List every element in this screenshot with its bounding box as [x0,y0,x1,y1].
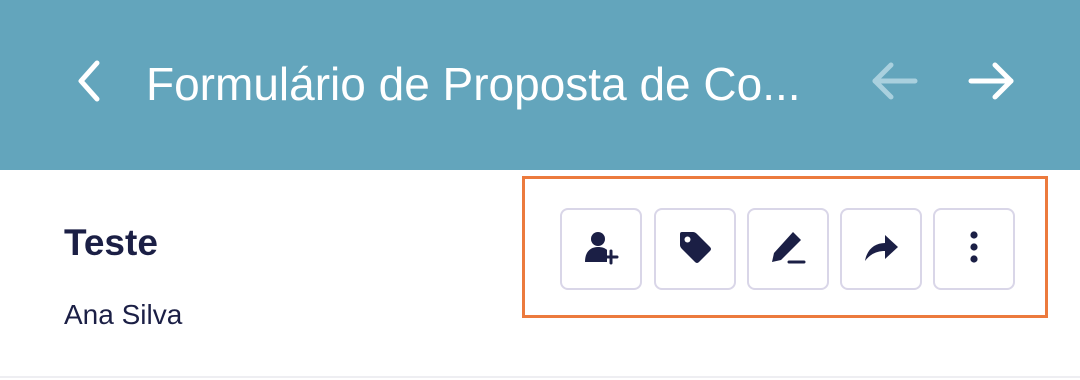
previous-record-button[interactable] [864,58,924,108]
forward-button[interactable] [840,208,922,290]
page-title: Formulário de Proposta de Co... [146,58,801,110]
back-button[interactable] [64,58,114,108]
record-owner: Ana Silva [64,299,183,330]
more-options-button[interactable] [933,208,1015,290]
share-icon [861,229,901,270]
edit-icon [769,228,807,271]
add-user-icon [583,229,619,270]
arrow-right-icon [967,61,1017,106]
assign-user-button[interactable] [560,208,642,290]
arrow-left-icon [869,61,919,106]
tag-button[interactable] [654,208,736,290]
tag-icon [676,228,714,271]
bottom-divider [0,376,1080,378]
edit-button[interactable] [747,208,829,290]
more-vertical-icon [968,229,980,270]
record-title: Teste [64,222,158,263]
chevron-left-icon [75,59,103,108]
app-header: Formulário de Proposta de Co... [0,0,1080,170]
next-record-button[interactable] [962,58,1022,108]
